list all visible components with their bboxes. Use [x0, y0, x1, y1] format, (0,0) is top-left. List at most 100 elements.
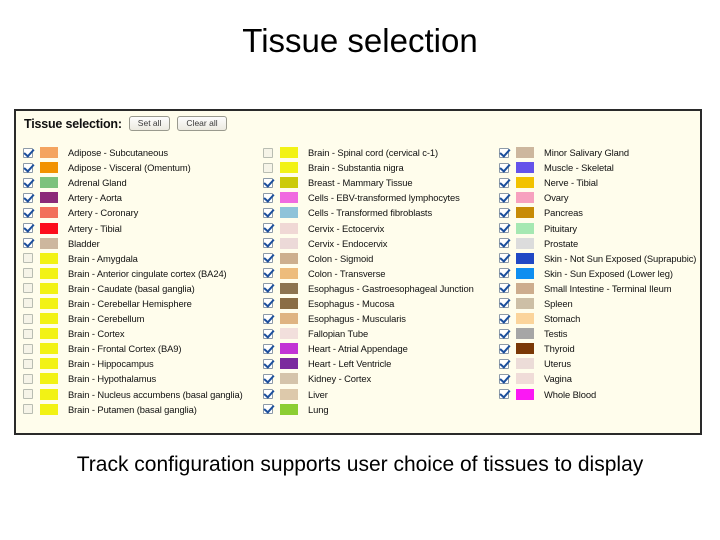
set-all-button[interactable]: Set all	[128, 116, 171, 131]
tissue-checkbox[interactable]	[23, 404, 33, 415]
tissue-row[interactable]: Artery - Aorta	[23, 190, 261, 205]
tissue-row[interactable]: Muscle - Skeletal	[499, 160, 700, 175]
tissue-checkbox[interactable]	[23, 328, 33, 339]
tissue-checkbox[interactable]	[23, 358, 33, 369]
tissue-row[interactable]: Esophagus - Mucosa	[263, 296, 497, 311]
tissue-checkbox[interactable]	[263, 223, 273, 234]
tissue-checkbox[interactable]	[23, 313, 33, 324]
tissue-row[interactable]: Pituitary	[499, 220, 700, 235]
tissue-row[interactable]: Small Intestine - Terminal Ileum	[499, 281, 700, 296]
tissue-row[interactable]: Liver	[263, 387, 497, 402]
tissue-checkbox[interactable]	[263, 162, 273, 173]
tissue-row[interactable]: Brain - Caudate (basal ganglia)	[23, 281, 261, 296]
tissue-row[interactable]: Cells - EBV-transformed lymphocytes	[263, 190, 497, 205]
tissue-checkbox[interactable]	[499, 358, 509, 369]
tissue-row[interactable]: Brain - Nucleus accumbens (basal ganglia…	[23, 387, 261, 402]
tissue-checkbox[interactable]	[23, 298, 33, 309]
tissue-checkbox[interactable]	[23, 283, 33, 294]
tissue-row[interactable]: Brain - Spinal cord (cervical c-1)	[263, 145, 497, 160]
clear-all-button[interactable]: Clear all	[177, 116, 227, 131]
tissue-checkbox[interactable]	[499, 313, 509, 324]
tissue-row[interactable]: Minor Salivary Gland	[499, 145, 700, 160]
tissue-row[interactable]: Esophagus - Gastroesophageal Junction	[263, 281, 497, 296]
tissue-row[interactable]: Brain - Cerebellar Hemisphere	[23, 296, 261, 311]
tissue-row[interactable]: Pancreas	[499, 205, 700, 220]
tissue-row[interactable]: Heart - Atrial Appendage	[263, 341, 497, 356]
tissue-checkbox[interactable]	[23, 192, 33, 203]
tissue-checkbox[interactable]	[263, 177, 273, 188]
tissue-checkbox[interactable]	[263, 328, 273, 339]
tissue-row[interactable]: Skin - Not Sun Exposed (Suprapubic)	[499, 251, 700, 266]
tissue-checkbox[interactable]	[499, 162, 509, 173]
tissue-checkbox[interactable]	[499, 253, 509, 264]
tissue-row[interactable]: Brain - Putamen (basal ganglia)	[23, 402, 261, 417]
tissue-checkbox[interactable]	[499, 238, 509, 249]
tissue-checkbox[interactable]	[499, 147, 509, 158]
tissue-checkbox[interactable]	[499, 343, 509, 354]
tissue-row[interactable]: Vagina	[499, 371, 700, 386]
tissue-checkbox[interactable]	[263, 283, 273, 294]
tissue-row[interactable]: Nerve - Tibial	[499, 175, 700, 190]
tissue-checkbox[interactable]	[23, 268, 33, 279]
tissue-row[interactable]: Breast - Mammary Tissue	[263, 175, 497, 190]
tissue-row[interactable]: Adrenal Gland	[23, 175, 261, 190]
tissue-row[interactable]: Colon - Transverse	[263, 266, 497, 281]
tissue-checkbox[interactable]	[499, 373, 509, 384]
tissue-row[interactable]: Brain - Amygdala	[23, 251, 261, 266]
tissue-checkbox[interactable]	[499, 192, 509, 203]
tissue-row[interactable]: Esophagus - Muscularis	[263, 311, 497, 326]
tissue-row[interactable]: Kidney - Cortex	[263, 371, 497, 386]
tissue-checkbox[interactable]	[499, 177, 509, 188]
tissue-row[interactable]: Prostate	[499, 236, 700, 251]
tissue-checkbox[interactable]	[23, 162, 33, 173]
tissue-row[interactable]: Brain - Anterior cingulate cortex (BA24)	[23, 266, 261, 281]
tissue-checkbox[interactable]	[263, 358, 273, 369]
tissue-checkbox[interactable]	[23, 343, 33, 354]
tissue-row[interactable]: Thyroid	[499, 341, 700, 356]
tissue-row[interactable]: Brain - Hypothalamus	[23, 371, 261, 386]
tissue-row[interactable]: Brain - Cortex	[23, 326, 261, 341]
tissue-row[interactable]: Skin - Sun Exposed (Lower leg)	[499, 266, 700, 281]
tissue-row[interactable]: Brain - Hippocampus	[23, 356, 261, 371]
tissue-checkbox[interactable]	[263, 268, 273, 279]
tissue-row[interactable]: Stomach	[499, 311, 700, 326]
tissue-checkbox[interactable]	[499, 298, 509, 309]
tissue-row[interactable]: Bladder	[23, 236, 261, 251]
tissue-checkbox[interactable]	[263, 313, 273, 324]
tissue-row[interactable]: Adipose - Visceral (Omentum)	[23, 160, 261, 175]
tissue-row[interactable]: Brain - Substantia nigra	[263, 160, 497, 175]
tissue-row[interactable]: Testis	[499, 326, 700, 341]
tissue-checkbox[interactable]	[499, 389, 509, 400]
tissue-row[interactable]: Colon - Sigmoid	[263, 251, 497, 266]
tissue-checkbox[interactable]	[263, 207, 273, 218]
tissue-row[interactable]: Artery - Coronary	[23, 205, 261, 220]
tissue-row[interactable]: Artery - Tibial	[23, 220, 261, 235]
tissue-checkbox[interactable]	[499, 268, 509, 279]
tissue-row[interactable]: Spleen	[499, 296, 700, 311]
tissue-row[interactable]: Brain - Cerebellum	[23, 311, 261, 326]
tissue-checkbox[interactable]	[263, 373, 273, 384]
tissue-checkbox[interactable]	[499, 223, 509, 234]
tissue-checkbox[interactable]	[23, 207, 33, 218]
tissue-checkbox[interactable]	[263, 298, 273, 309]
tissue-checkbox[interactable]	[263, 192, 273, 203]
tissue-row[interactable]: Cells - Transformed fibroblasts	[263, 205, 497, 220]
tissue-checkbox[interactable]	[263, 389, 273, 400]
tissue-checkbox[interactable]	[23, 253, 33, 264]
tissue-row[interactable]: Heart - Left Ventricle	[263, 356, 497, 371]
tissue-checkbox[interactable]	[263, 238, 273, 249]
tissue-checkbox[interactable]	[23, 177, 33, 188]
tissue-checkbox[interactable]	[263, 343, 273, 354]
tissue-checkbox[interactable]	[263, 253, 273, 264]
tissue-checkbox[interactable]	[23, 223, 33, 234]
tissue-row[interactable]: Ovary	[499, 190, 700, 205]
tissue-row[interactable]: Lung	[263, 402, 497, 417]
tissue-row[interactable]: Adipose - Subcutaneous	[23, 145, 261, 160]
tissue-checkbox[interactable]	[23, 373, 33, 384]
tissue-row[interactable]: Whole Blood	[499, 387, 700, 402]
tissue-checkbox[interactable]	[23, 147, 33, 158]
tissue-row[interactable]: Cervix - Endocervix	[263, 236, 497, 251]
tissue-checkbox[interactable]	[499, 328, 509, 339]
tissue-checkbox[interactable]	[263, 147, 273, 158]
tissue-row[interactable]: Brain - Frontal Cortex (BA9)	[23, 341, 261, 356]
